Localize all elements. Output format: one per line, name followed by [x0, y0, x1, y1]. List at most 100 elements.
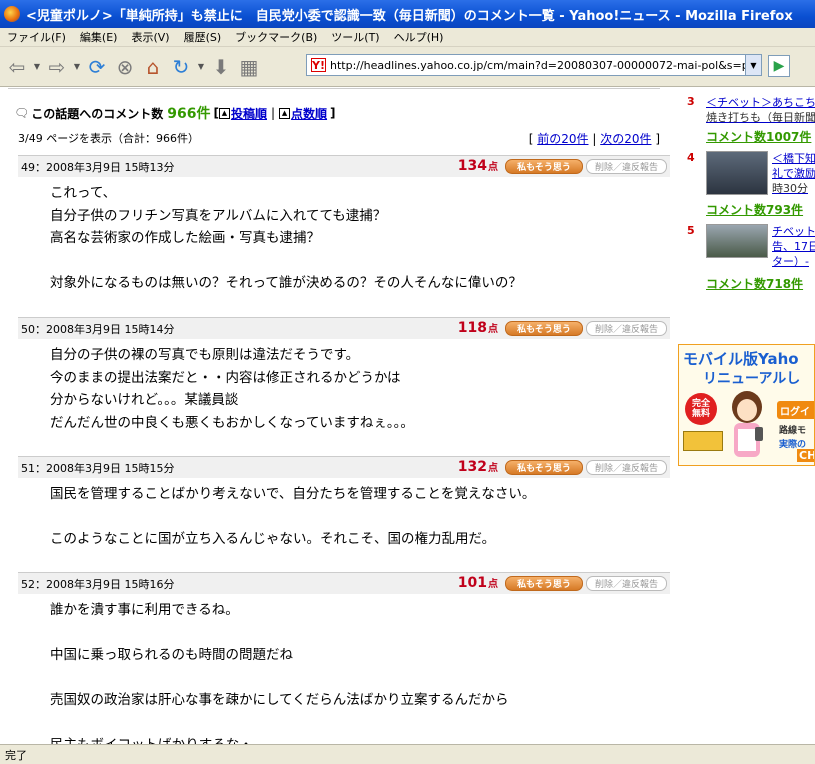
agree-button[interactable]: 私もそう思う	[505, 576, 583, 591]
ranking-item: 3 ＜チベット＞あちこち 焼き打ちも（毎日新聞 コメント数1007件	[680, 95, 815, 145]
ranking-number: 3	[687, 95, 695, 108]
ranking-extra: ター）-	[772, 255, 809, 268]
comment-points: 101点	[458, 575, 498, 591]
status-text: 完了	[5, 748, 27, 762]
bookmark-tool-icon[interactable]: ▦	[236, 54, 262, 80]
ranking-title-link[interactable]: ＜チベット＞あちこち 焼き打ちも（毎日新聞	[706, 95, 815, 125]
comment-header: 50：2008年3月9日 15時14分 118点 私もそう思う 削除／違反報告	[18, 317, 670, 339]
navigation-toolbar: ⇦ ▼ ⇨ ▼ ⟳ ⊗ ⌂ ↻ ▼ ⬇ ▦ Y! http://headline…	[0, 47, 815, 87]
comment-body: これって、 自分子供のフリチン写真をアルバムに入れてても逮捕？ 高名な芸術家の作…	[50, 185, 522, 291]
comment-header: 49：2008年3月9日 15時13分 134点 私もそう思う 削除／違反報告	[18, 155, 670, 177]
agree-button[interactable]: 私もそう思う	[505, 460, 583, 475]
sync-dropdown-icon[interactable]: ▼	[196, 54, 206, 80]
points-value: 118	[457, 320, 487, 336]
ranking-subtitle: 告、17日	[772, 240, 815, 253]
menu-view[interactable]: 表示(V)	[124, 29, 176, 45]
agree-button[interactable]: 私もそう思う	[505, 321, 583, 336]
pager-bracket-close: ]	[655, 132, 660, 146]
comment-header: 51：2008年3月9日 15時15分 132点 私もそう思う 削除／違反報告	[18, 456, 670, 478]
ad-login-button[interactable]: ログイ	[777, 401, 814, 419]
sync-icon[interactable]: ↻	[168, 54, 194, 80]
status-bar: 完了	[0, 744, 815, 764]
menu-history[interactable]: 履歴(S)	[177, 29, 229, 45]
report-button[interactable]: 削除／違反報告	[586, 576, 667, 591]
comment-body: 国民を管理することばかり考えないで、自分たちを管理することを覚えなさい。 このよ…	[50, 486, 536, 547]
ranking-item: 5 チベット 告、17日 ター）- コメント数718件	[680, 224, 815, 292]
sort-arrow-icon: ▲	[279, 107, 291, 119]
page-info: 3/49 ページを表示（合計：966件）	[18, 132, 199, 145]
sort-separator: |	[270, 106, 276, 120]
comment-item: 52：2008年3月9日 15時16分 101点 私もそう思う 削除／違反報告 …	[18, 572, 670, 744]
forward-dropdown-icon[interactable]: ▼	[72, 54, 82, 80]
url-text[interactable]: http://headlines.yahoo.co.jp/cm/main?d=2…	[330, 59, 761, 72]
ranking-title: ＜橋下知	[772, 152, 815, 165]
comment-points: 118点	[458, 320, 498, 336]
ranking-comment-count[interactable]: コメント数793件	[706, 201, 803, 218]
report-button[interactable]: 削除／違反報告	[586, 460, 667, 475]
badge-line-2: 無料	[691, 409, 710, 419]
ad-text-1: 路線モ	[779, 426, 807, 436]
ad-cta[interactable]: CH	[797, 449, 814, 462]
sort-posted-link[interactable]: 投稿順	[231, 105, 267, 122]
points-unit: 点	[488, 324, 498, 335]
menu-file[interactable]: ファイル(F)	[0, 29, 73, 45]
ranking-comment-count[interactable]: コメント数1007件	[706, 128, 811, 145]
points-unit: 点	[488, 463, 498, 474]
train-icon	[683, 431, 723, 451]
stop-icon[interactable]: ⊗	[112, 54, 138, 80]
points-value: 132	[457, 459, 487, 475]
ad-subtitle: リニューアルし	[703, 371, 801, 387]
agree-button[interactable]: 私もそう思う	[505, 159, 583, 174]
points-unit: 点	[488, 579, 498, 590]
menu-bar: ファイル(F) 編集(E) 表示(V) 履歴(S) ブックマーク(B) ツール(…	[0, 28, 815, 47]
ranking-extra: 時30分	[772, 182, 808, 195]
ranking-title: チベット	[772, 225, 815, 238]
menu-help[interactable]: ヘルプ(H)	[387, 29, 451, 45]
reload-icon[interactable]: ⟳	[84, 54, 110, 80]
ranking-subtitle: 焼き打ちも（毎日新聞	[706, 111, 815, 124]
comment-meta: 49：2008年3月9日 15時13分	[21, 160, 175, 174]
comment-count: 966件	[167, 106, 211, 122]
prev-page-link[interactable]: 前の20件	[537, 132, 588, 146]
sort-points-link[interactable]: 点数順	[291, 105, 327, 122]
pager: [ 前の20件 | 次の20件 ]	[529, 130, 660, 147]
forward-arrow-icon[interactable]: ⇨	[44, 54, 70, 80]
back-dropdown-icon[interactable]: ▼	[32, 54, 42, 80]
ranking-title-link[interactable]: チベット告、17日ター）-	[772, 224, 815, 269]
ad-girl-illustration	[732, 391, 763, 457]
window-titlebar: <児童ポルノ>「単純所持」も禁止に 自民党小委で認識一致（毎日新聞）のコメント一…	[0, 0, 815, 28]
ranking-item: 4 ＜橋下知 礼で激励 時30分 コメント数793件	[680, 151, 815, 218]
news-thumbnail[interactable]	[706, 224, 768, 258]
firefox-icon	[4, 6, 20, 22]
home-icon[interactable]: ⌂	[140, 54, 166, 80]
comment-body: 誰かを潰す事に利用できるね。 中国に乗っ取られるのも時間の問題だね 売国奴の政治…	[50, 602, 509, 744]
go-button-icon[interactable]: ▶	[768, 55, 790, 77]
comment-body: 自分の子供の裸の写真でも原則は違法だそうです。 今のままの提出法案だと・・内容は…	[50, 347, 414, 431]
yahoo-favicon-icon: Y!	[311, 58, 326, 72]
points-value: 101	[457, 575, 487, 591]
news-thumbnail[interactable]	[706, 151, 768, 195]
comment-item: 50：2008年3月9日 15時14分 118点 私もそう思う 削除／違反報告 …	[18, 317, 670, 434]
pager-separator: |	[592, 132, 597, 146]
report-button[interactable]: 削除／違反報告	[586, 321, 667, 336]
ranking-title-link[interactable]: ＜橋下知 礼で激励 時30分	[772, 151, 815, 196]
report-button[interactable]: 削除／違反報告	[586, 159, 667, 174]
sort-arrow-icon: ▲	[218, 107, 230, 119]
comment-header: 52：2008年3月9日 15時16分 101点 私もそう思う 削除／違反報告	[18, 572, 670, 594]
menu-tools[interactable]: ツール(T)	[324, 29, 386, 45]
menu-edit[interactable]: 編集(E)	[73, 29, 125, 45]
points-value: 134	[457, 158, 487, 174]
comment-meta: 51：2008年3月9日 15時15分	[21, 461, 175, 475]
url-dropdown-icon[interactable]: ▼	[745, 55, 761, 75]
comment-meta: 50：2008年3月9日 15時14分	[21, 322, 175, 336]
comment-points: 132点	[458, 459, 498, 475]
menu-bookmarks[interactable]: ブックマーク(B)	[228, 29, 324, 45]
page-content: 🗨 この話題へのコメント数 966件 [ ▲ 投稿順 | ▲ 点数順 ] 3/4…	[0, 88, 815, 744]
free-badge: 完全 無料	[685, 393, 717, 425]
download-icon[interactable]: ⬇	[208, 54, 234, 80]
next-page-link[interactable]: 次の20件	[600, 132, 651, 146]
url-bar[interactable]: Y! http://headlines.yahoo.co.jp/cm/main?…	[306, 54, 762, 76]
ranking-comment-count[interactable]: コメント数718件	[706, 275, 803, 292]
mobile-ad-banner[interactable]: モバイル版Yaho リニューアルし 完全 無料 ログイ 路線モ 実際の CH	[678, 344, 815, 466]
back-arrow-icon[interactable]: ⇦	[4, 54, 30, 80]
